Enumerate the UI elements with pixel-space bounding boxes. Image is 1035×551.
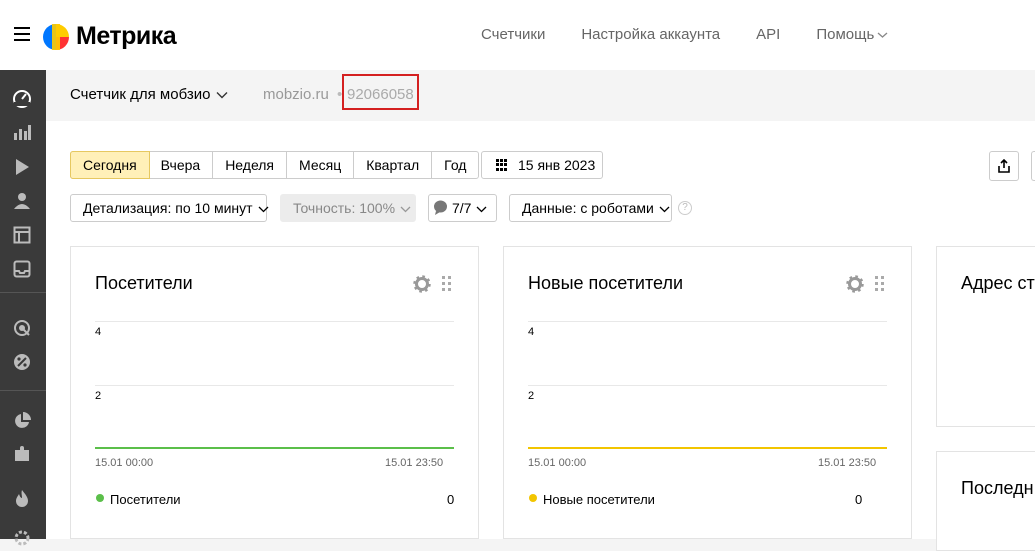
widget-last: Последн xyxy=(936,451,1035,551)
detail-dropdown[interactable]: Детализация: по 10 минут xyxy=(70,194,269,222)
inbox-icon[interactable] xyxy=(12,259,32,279)
percent-icon[interactable] xyxy=(12,352,32,372)
gear-icon[interactable] xyxy=(413,275,431,293)
main-content: Сегодня Вчера Неделя Месяц Квартал Год 1… xyxy=(46,121,1035,551)
webvisor-icon[interactable] xyxy=(12,157,32,177)
data-robots-label: Данные: с роботами xyxy=(522,200,654,216)
accuracy-dropdown: Точность: 100% xyxy=(280,194,416,222)
detail-label: Детализация: по 10 минут xyxy=(83,200,253,216)
date-picker-button[interactable]: 15 янв 2023 xyxy=(481,151,603,179)
drag-icon[interactable] xyxy=(875,276,885,292)
widget-title: Посетители xyxy=(95,273,193,293)
legend-value: 0 xyxy=(447,492,455,507)
reports-icon[interactable] xyxy=(12,122,32,142)
x-tick-start: 15.01 00:00 xyxy=(95,457,154,469)
period-today[interactable]: Сегодня xyxy=(70,151,150,179)
x-tick-end: 15.01 23:50 xyxy=(818,457,877,469)
x-tick-end: 15.01 23:50 xyxy=(385,457,444,469)
counter-id[interactable]: 92066058 xyxy=(347,86,414,103)
chevron-down-icon xyxy=(877,32,888,38)
counter-selector[interactable]: Счетчик для мобзио xyxy=(70,86,228,103)
sidebar-divider xyxy=(0,390,46,391)
y-tick: 2 xyxy=(528,390,535,402)
settings-icon[interactable] xyxy=(12,528,32,548)
chevron-down-icon xyxy=(477,206,487,213)
fire-icon[interactable] xyxy=(12,488,32,508)
audience-icon[interactable] xyxy=(12,191,32,211)
gridline xyxy=(528,385,887,386)
logo[interactable]: Метрика xyxy=(43,22,177,51)
counter-bar: Счетчик для мобзио mobzio.ru • 92066058 xyxy=(46,70,1035,121)
date-label: 15 янв 2023 xyxy=(518,157,596,173)
gear-icon[interactable] xyxy=(846,275,864,293)
widget-visitors: Посетители 4 2 15.01 00:00 15.01 23:50 П… xyxy=(70,246,479,539)
period-month[interactable]: Месяц xyxy=(287,152,355,178)
gridline xyxy=(528,321,887,322)
help-icon[interactable]: ? xyxy=(678,201,692,215)
nav-help[interactable]: Помощь xyxy=(816,26,888,43)
top-bar: Метрика Счетчики Настройка аккаунта API … xyxy=(0,0,1035,70)
segments-label: 7/7 xyxy=(452,200,472,216)
calendar-icon xyxy=(496,159,508,171)
nav-help-label: Помощь xyxy=(816,26,875,43)
period-week[interactable]: Неделя xyxy=(213,152,288,178)
maps-icon[interactable] xyxy=(12,225,32,245)
y-tick: 4 xyxy=(528,326,535,338)
chevron-down-icon xyxy=(659,206,670,213)
counter-site[interactable]: mobzio.ru xyxy=(263,86,329,103)
metrika-logo-icon xyxy=(43,23,69,50)
y-tick: 4 xyxy=(95,326,102,338)
widget-title: Новые посетители xyxy=(528,273,684,293)
gridline xyxy=(95,385,454,386)
widget-title: Последн xyxy=(961,478,1034,498)
chevron-down-icon xyxy=(216,92,228,99)
series-line-visitors xyxy=(95,447,454,449)
dashboard-icon[interactable] xyxy=(12,88,32,108)
period-year[interactable]: Год xyxy=(432,152,478,178)
sidebar xyxy=(0,70,46,546)
chevron-down-icon xyxy=(258,206,269,213)
gridline xyxy=(95,321,454,322)
chevron-down-icon xyxy=(400,206,411,213)
goals-icon[interactable] xyxy=(12,318,32,338)
share-button[interactable] xyxy=(989,151,1019,181)
data-robots-dropdown[interactable]: Данные: с роботами xyxy=(509,194,672,222)
legend-dot xyxy=(96,494,104,502)
top-nav: Счетчики Настройка аккаунта API Помощь xyxy=(481,26,924,43)
period-quarter[interactable]: Квартал xyxy=(354,152,433,178)
share-icon xyxy=(998,159,1010,173)
series-line-new-visitors xyxy=(528,447,887,449)
widget-page-address: Адрес ст xyxy=(936,246,1035,427)
widget-title: Адрес ст xyxy=(961,273,1035,293)
nav-account-settings[interactable]: Настройка аккаунта xyxy=(581,26,720,43)
pie-chart-icon[interactable] xyxy=(12,411,32,431)
legend-label[interactable]: Новые посетители xyxy=(543,492,655,507)
sidebar-divider xyxy=(0,292,46,293)
y-tick: 2 xyxy=(95,390,102,402)
app-name: Метрика xyxy=(76,22,177,50)
menu-icon[interactable] xyxy=(14,27,30,41)
drag-icon[interactable] xyxy=(442,276,452,292)
widget-new-visitors: Новые посетители 4 2 15.01 00:00 15.01 2… xyxy=(503,246,912,539)
toolbar-button-partial[interactable] xyxy=(1031,151,1035,181)
nav-api[interactable]: API xyxy=(756,26,780,43)
legend-value: 0 xyxy=(855,492,863,507)
segments-dropdown[interactable]: 7/7 xyxy=(428,194,497,222)
counter-name: Счетчик для мобзио xyxy=(70,86,211,103)
accuracy-label: Точность: 100% xyxy=(293,200,396,216)
speech-bubble-icon xyxy=(434,200,447,215)
period-selector: Сегодня Вчера Неделя Месяц Квартал Год xyxy=(70,151,480,179)
nav-counters[interactable]: Счетчики xyxy=(481,26,545,43)
puzzle-icon[interactable] xyxy=(12,443,32,463)
x-tick-start: 15.01 00:00 xyxy=(528,457,587,469)
legend-dot xyxy=(529,494,537,502)
legend-label[interactable]: Посетители xyxy=(110,492,181,507)
period-yesterday[interactable]: Вчера xyxy=(149,152,214,178)
